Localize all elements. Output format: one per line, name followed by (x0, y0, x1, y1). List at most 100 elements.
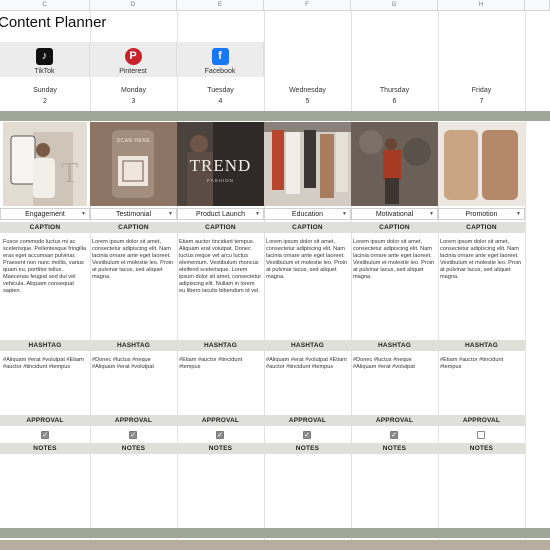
chevron-down-icon: ▼ (429, 211, 434, 217)
hashtag-cell[interactable]: #Aliquam #erat #volutpat #Etiam #auctor … (264, 357, 351, 412)
column-letter: G (391, 2, 397, 8)
caption-cell[interactable]: Lorem ipsum dolor sit amet, consectetur … (438, 239, 525, 339)
approval-checkbox[interactable]: ✓ (390, 431, 398, 439)
category-value: Promotion (465, 211, 498, 218)
category-dropdown[interactable]: Engagement ▼ (0, 208, 90, 220)
chevron-down-icon: ▼ (516, 211, 521, 217)
trend-title: TREND (189, 156, 252, 175)
notes-header: NOTES (351, 443, 438, 454)
day-name: Monday (121, 87, 146, 94)
chevron-down-icon: ▼ (342, 211, 347, 217)
social-label: TikTok (34, 68, 55, 75)
scan-here-text: SCAN HERE (116, 138, 151, 144)
hashtag-header: HASHTAG (177, 340, 264, 351)
clothing-rack-photo (264, 122, 351, 206)
day-number: 2 (43, 98, 47, 105)
hashtag-header: HASHTAG (264, 340, 351, 351)
approval-header: APPROVAL (264, 415, 351, 426)
facebook-icon: f (211, 48, 229, 65)
hashtag-cell[interactable]: #Etiam #auctor #tincidunt #tempus (438, 357, 525, 412)
social-pinterest-button[interactable]: P Pinterest (90, 42, 177, 77)
column-header-i[interactable] (525, 0, 550, 11)
column-header-h[interactable]: H (438, 0, 525, 11)
svg-text:T: T (61, 158, 78, 189)
hashtag-header: HASHTAG (0, 340, 90, 351)
post-image[interactable]: SCAN HERE (90, 122, 177, 206)
day-name: Wednesday (289, 87, 326, 94)
day-name: Friday (471, 87, 492, 94)
caption-header: CAPTION (90, 222, 177, 233)
category-value: Testimonial (115, 211, 151, 218)
category-dropdown[interactable]: Education ▼ (264, 208, 351, 220)
notes-row[interactable] (0, 455, 525, 525)
next-week-images-strip (0, 540, 550, 550)
column-header-g[interactable]: G (351, 0, 438, 11)
category-value: Motivational (375, 211, 414, 218)
column-header-c[interactable]: C (0, 0, 90, 11)
woman-phone-photo: T (3, 122, 87, 206)
category-dropdown[interactable]: Product Launch ▼ (177, 208, 264, 220)
caption-header: CAPTION (0, 222, 90, 233)
sweaters-photo (438, 122, 525, 206)
grid-line (525, 11, 526, 550)
notes-header: NOTES (90, 443, 177, 454)
post-image[interactable]: T (3, 122, 87, 206)
post-image[interactable]: TREND FASHION (177, 122, 264, 206)
approval-checkbox[interactable]: ✓ (216, 431, 224, 439)
page-title: Content Planner (0, 14, 107, 31)
day-number: 4 (218, 98, 223, 105)
day-number: 6 (392, 98, 397, 105)
caption-cell[interactable]: Lorem ipsum dolor sit amet, consectetur … (90, 239, 177, 339)
hashtag-cell[interactable]: #Donec #luctus #neque #Aliquam #erat #vo… (90, 357, 177, 412)
social-facebook-button[interactable]: f Facebook (177, 42, 264, 77)
column-header-e[interactable]: E (177, 0, 264, 11)
hashtag-header: HASHTAG (90, 340, 177, 351)
hashtag-cell[interactable]: #Donec #luctus #neque #Aliquam #erat #vo… (351, 357, 438, 412)
column-letter: E (217, 2, 222, 8)
day-name: Tuesday (207, 87, 234, 94)
approval-checkbox[interactable]: ✓ (129, 431, 137, 439)
caption-header: CAPTION (264, 222, 351, 233)
caption-cell[interactable]: Fusce commodo luctus mi ac scelerisque. … (1, 239, 90, 339)
approval-checkbox[interactable] (477, 431, 485, 439)
approval-header: APPROVAL (0, 415, 90, 426)
caption-cell[interactable]: Lorem ipsum dolor sit amet, consectetur … (351, 239, 438, 339)
post-image[interactable] (351, 122, 438, 206)
week-separator-band (0, 111, 550, 121)
category-dropdown[interactable]: Motivational ▼ (351, 208, 438, 220)
caption-header: CAPTION (177, 222, 264, 233)
notes-header: NOTES (0, 443, 90, 454)
post-image[interactable] (438, 122, 525, 206)
day-number: 5 (305, 98, 310, 105)
category-value: Engagement (25, 211, 65, 218)
column-header-d[interactable]: D (90, 0, 177, 11)
approval-header: APPROVAL (177, 415, 264, 426)
notes-header: NOTES (264, 443, 351, 454)
approval-header: APPROVAL (351, 415, 438, 426)
approval-header: APPROVAL (90, 415, 177, 426)
category-value: Product Launch (195, 211, 246, 218)
category-dropdown[interactable]: Testimonial ▼ (90, 208, 177, 220)
social-tiktok-button[interactable]: ♪ TikTok (0, 42, 90, 77)
day-number: 7 (479, 98, 484, 105)
tiktok-icon: ♪ (36, 48, 53, 65)
column-letter: C (42, 2, 47, 8)
notes-header: NOTES (438, 443, 525, 454)
woman-stone-wall-photo (351, 122, 438, 206)
scan-here-graphic (90, 122, 177, 206)
post-image[interactable] (264, 122, 351, 206)
pinterest-icon: P (124, 48, 142, 65)
day-name: Sunday (33, 87, 57, 94)
hashtag-header: HASHTAG (438, 340, 525, 351)
social-label: Pinterest (119, 68, 147, 75)
fashion-subtitle: FASHION (207, 178, 234, 183)
category-dropdown[interactable]: Promotion ▼ (438, 208, 525, 220)
column-header-f[interactable]: F (264, 0, 351, 11)
hashtag-cell[interactable]: #Aliquam #erat #volutpat #Etiam #auctor … (1, 357, 90, 412)
approval-checkbox[interactable]: ✓ (303, 431, 311, 439)
hashtag-cell[interactable]: #Etiam #auctor #tincidunt #tempus (177, 357, 264, 412)
approval-checkbox[interactable]: ✓ (41, 431, 49, 439)
caption-cell[interactable]: Lorem ipsum dolor sit amet, consectetur … (264, 239, 351, 339)
caption-cell[interactable]: Etiam auctor tincidunt tempus. Aliquam e… (177, 239, 264, 339)
chevron-down-icon: ▼ (255, 211, 260, 217)
